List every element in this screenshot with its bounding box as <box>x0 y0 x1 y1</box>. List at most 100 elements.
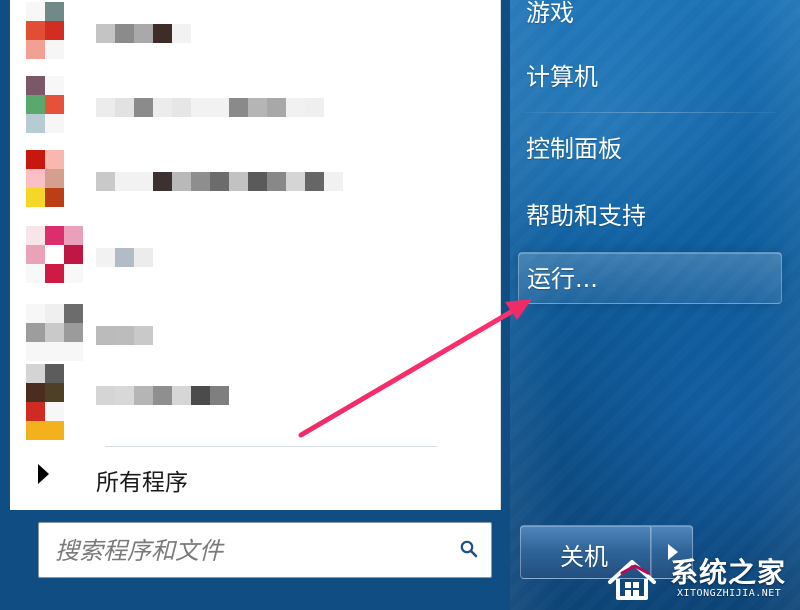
icon-mosaic-cell <box>26 150 45 169</box>
label-mosaic-cell <box>172 24 191 43</box>
icon-mosaic-cell <box>45 2 64 21</box>
label-mosaic-cell <box>115 386 134 405</box>
program-label-mosaic <box>96 386 229 405</box>
right-pane-divider <box>524 112 776 113</box>
icon-mosaic-cell <box>26 40 45 59</box>
icon-mosaic-cell <box>64 264 83 283</box>
label-mosaic-cell <box>115 98 134 117</box>
program-item-6[interactable] <box>26 364 486 440</box>
label-mosaic-cell <box>172 386 191 405</box>
all-programs-label: 所有程序 <box>96 470 188 496</box>
control-panel-link[interactable]: 控制面板 <box>526 128 781 170</box>
program-item-1[interactable] <box>26 2 486 74</box>
program-label-mosaic <box>96 172 343 191</box>
label-mosaic-cell <box>267 98 286 117</box>
label-mosaic-cell <box>305 172 324 191</box>
label-mosaic-cell <box>153 98 172 117</box>
icon-mosaic-cell <box>45 76 64 95</box>
all-programs-button[interactable]: 所有程序 <box>28 456 498 496</box>
label-mosaic-cell <box>115 248 134 267</box>
icon-mosaic-cell <box>26 304 45 323</box>
chevron-right-icon[interactable] <box>651 525 693 579</box>
label-mosaic-cell <box>267 172 286 191</box>
label-mosaic-cell <box>210 172 229 191</box>
start-menu-left-pane: 所有程序 <box>0 0 510 610</box>
icon-mosaic-cell <box>45 342 64 361</box>
icon-mosaic-cell <box>26 188 45 207</box>
icon-mosaic-cell <box>26 421 45 440</box>
label-mosaic-cell <box>96 24 115 43</box>
program-label-mosaic <box>96 248 153 267</box>
label-mosaic-cell <box>115 172 134 191</box>
label-mosaic-cell <box>96 248 115 267</box>
icon-mosaic-cell <box>45 114 64 133</box>
label-mosaic-cell <box>248 98 267 117</box>
label-mosaic-cell <box>134 24 153 43</box>
help-support-link[interactable]: 帮助和支持 <box>526 195 781 237</box>
icon-mosaic-cell <box>45 364 64 383</box>
label-mosaic-cell <box>153 24 172 43</box>
program-icon <box>26 76 64 133</box>
run-link[interactable]: 运行... <box>518 252 782 304</box>
icon-mosaic-cell <box>26 323 45 342</box>
search-icon[interactable] <box>459 539 479 559</box>
icon-mosaic-cell <box>45 40 64 59</box>
program-item-3[interactable] <box>26 150 486 222</box>
icon-mosaic-cell <box>26 383 45 402</box>
label-mosaic-cell <box>286 98 305 117</box>
search-input[interactable] <box>53 533 447 569</box>
icon-mosaic-cell <box>26 95 45 114</box>
label-mosaic-cell <box>191 98 210 117</box>
label-mosaic-cell <box>191 386 210 405</box>
search-box[interactable] <box>38 522 492 578</box>
icon-mosaic-cell <box>45 402 64 421</box>
games-link[interactable]: 游戏 <box>526 0 781 34</box>
icon-mosaic-cell <box>26 114 45 133</box>
computer-link[interactable]: 计算机 <box>526 56 781 98</box>
label-mosaic-cell <box>153 386 172 405</box>
label-mosaic-cell <box>172 98 191 117</box>
program-icon <box>26 226 83 283</box>
label-mosaic-cell <box>134 386 153 405</box>
label-mosaic-cell <box>286 172 305 191</box>
label-mosaic-cell <box>96 98 115 117</box>
label-mosaic-cell <box>134 172 153 191</box>
label-mosaic-cell <box>324 172 343 191</box>
shutdown-button[interactable]: 关机 <box>520 525 651 579</box>
program-item-4[interactable] <box>26 226 486 298</box>
icon-mosaic-cell <box>64 304 83 323</box>
program-label-mosaic <box>96 24 191 43</box>
icon-mosaic-cell <box>45 245 64 264</box>
label-mosaic-cell <box>96 172 115 191</box>
label-mosaic-cell <box>153 172 172 191</box>
icon-mosaic-cell <box>26 364 45 383</box>
icon-mosaic-cell <box>45 383 64 402</box>
icon-mosaic-cell <box>45 323 64 342</box>
program-icon <box>26 2 64 59</box>
icon-mosaic-cell <box>26 264 45 283</box>
label-mosaic-cell <box>191 172 210 191</box>
icon-mosaic-cell <box>26 76 45 95</box>
label-mosaic-cell <box>210 386 229 405</box>
icon-mosaic-cell <box>26 402 45 421</box>
label-mosaic-cell <box>134 326 153 345</box>
label-mosaic-cell <box>305 98 324 117</box>
program-icon <box>26 364 64 440</box>
program-label-mosaic <box>96 98 324 117</box>
label-mosaic-cell <box>172 172 191 191</box>
icon-mosaic-cell <box>26 2 45 21</box>
label-mosaic-cell <box>115 326 134 345</box>
label-mosaic-cell <box>229 172 248 191</box>
label-mosaic-cell <box>134 98 153 117</box>
label-mosaic-cell <box>115 24 134 43</box>
label-mosaic-cell <box>248 172 267 191</box>
icon-mosaic-cell <box>26 342 45 361</box>
icon-mosaic-cell <box>64 226 83 245</box>
label-mosaic-cell <box>96 386 115 405</box>
icon-mosaic-cell <box>45 150 64 169</box>
program-item-2[interactable] <box>26 76 486 148</box>
icon-mosaic-cell <box>64 323 83 342</box>
icon-mosaic-cell <box>45 21 64 40</box>
icon-mosaic-cell <box>45 169 64 188</box>
icon-mosaic-cell <box>45 421 64 440</box>
